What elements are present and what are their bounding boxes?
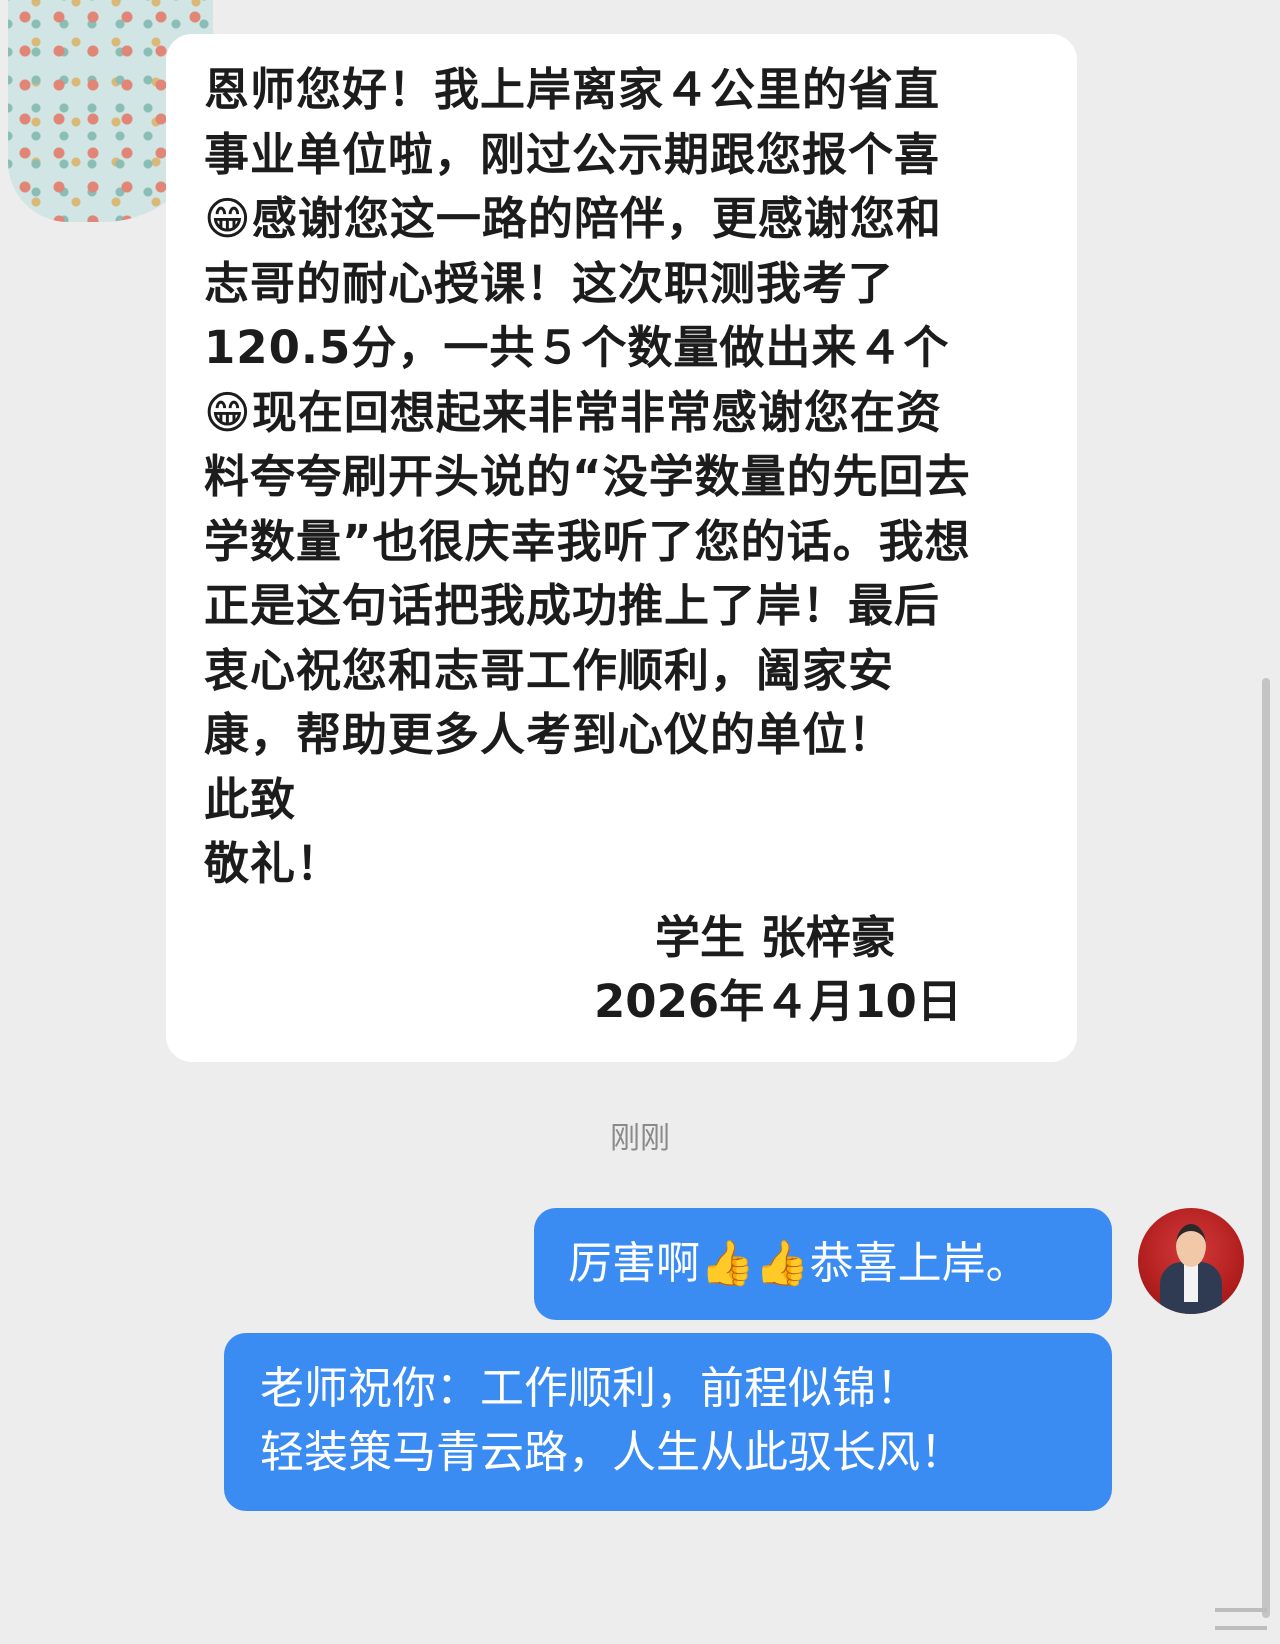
outgoing-message-line: 老师祝你：工作顺利，前程似锦！ xyxy=(260,1363,920,1414)
outgoing-message-bubble[interactable]: 老师祝你：工作顺利，前程似锦！ 轻装策马青云路，人生从此驭长风！ xyxy=(224,1333,1112,1511)
message-line: 衷心祝您和志哥工作顺利，阖家安 xyxy=(204,643,895,697)
avatar-figure-shirt xyxy=(1184,1262,1198,1302)
message-line: 😁感谢您这一路的陪伴，更感谢您和 xyxy=(204,192,942,245)
message-line: 恩师您好！我上岸离家４公里的省直 xyxy=(204,63,941,116)
message-line: 😁现在回想起来非常非常感谢您在资 xyxy=(204,385,942,439)
message-line: 此致 xyxy=(204,772,297,826)
menu-handle-icon[interactable] xyxy=(1215,1608,1267,1630)
letter-date: 2026年４月10日 xyxy=(594,975,962,1028)
avatar-figure-head xyxy=(1176,1224,1206,1267)
message-line: 正是这句话把我成功推上了岸！最后 xyxy=(204,579,941,632)
scrollbar[interactable] xyxy=(1262,678,1270,1618)
message-line: 料夸夸刷开头说的“没学数量的先回去 xyxy=(204,450,971,503)
outgoing-message-bubble[interactable]: 厉害啊👍👍恭喜上岸。 xyxy=(534,1208,1112,1320)
teacher-avatar[interactable] xyxy=(1138,1208,1244,1314)
message-timestamp: 刚刚 xyxy=(610,1121,670,1156)
message-line: 120.5分，一共５个数量做出来４个 xyxy=(204,321,950,374)
message-line: 康，帮助更多人考到心仪的单位！ xyxy=(204,708,895,761)
incoming-message-text: 恩师您好！我上岸离家４公里的省直 事业单位啦，刚过公示期跟您报个喜 😁感谢您这一… xyxy=(204,58,1054,897)
outgoing-message-line: 厉害啊👍👍恭喜上岸。 xyxy=(568,1238,1030,1289)
letter-signature: 学生 张梓豪 xyxy=(655,911,896,964)
outgoing-message-line: 轻装策马青云路，人生从此驭长风！ xyxy=(260,1427,964,1478)
message-line: 学数量”也很庆幸我听了您的话。我想 xyxy=(204,514,971,568)
message-line: 敬礼！ xyxy=(204,837,343,890)
message-line: 志哥的耐心授课！这次职测我考了 xyxy=(204,256,895,310)
message-line: 事业单位啦，刚过公示期跟您报个喜 xyxy=(204,127,941,181)
